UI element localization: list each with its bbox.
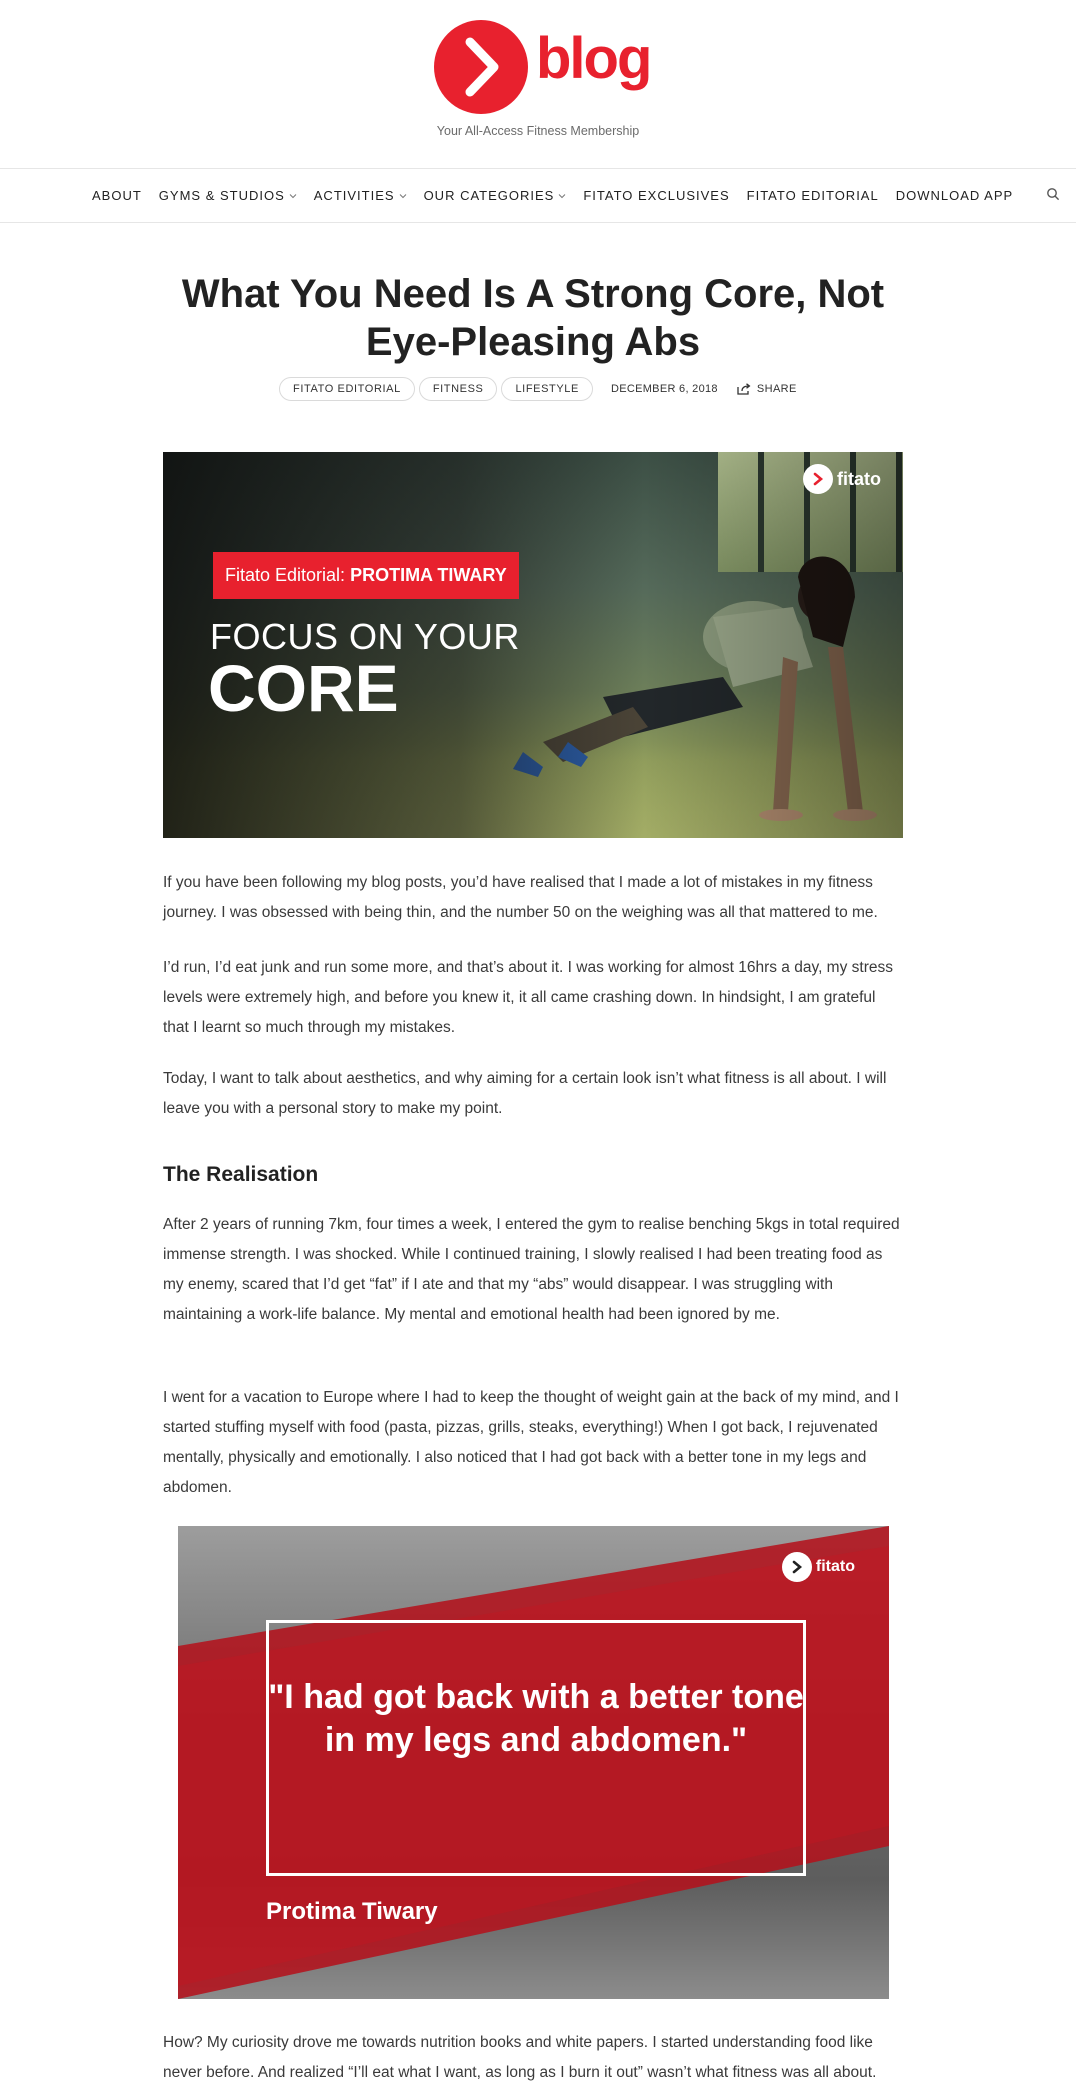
quote-brand-logo: fitato bbox=[781, 1552, 855, 1582]
quote-image: fitato "I had got back with a better ton… bbox=[178, 1526, 889, 1999]
blog-logo[interactable]: blog bbox=[434, 20, 674, 115]
tag-fitness[interactable]: FITNESS bbox=[418, 377, 498, 401]
hero-image: fitato Fitato Editorial: PROTIMA TIWARY … bbox=[163, 452, 903, 838]
fitato-arrow-icon bbox=[781, 1552, 812, 1582]
chevron-down-icon bbox=[289, 193, 297, 198]
chevron-down-icon bbox=[399, 193, 406, 198]
nav-item-about[interactable]: ABOUT bbox=[92, 188, 142, 203]
article-paragraph: I went for a vacation to Europe where I … bbox=[163, 1389, 899, 1496]
nav-item-gyms-studios[interactable]: GYMS & STUDIOS bbox=[159, 188, 297, 203]
share-icon bbox=[737, 383, 751, 395]
nav-item-label: FITATO EDITORIAL bbox=[746, 188, 879, 203]
nav-item-label: FITATO EXCLUSIVES bbox=[583, 188, 730, 203]
nav-item-label: ABOUT bbox=[92, 188, 142, 203]
article-date: DECEMBER 6, 2018 bbox=[610, 383, 718, 395]
logo-text: blog bbox=[536, 26, 652, 91]
share-label: SHARE bbox=[756, 383, 797, 395]
search-icon[interactable] bbox=[1046, 187, 1062, 203]
nav-list: ABOUT GYMS & STUDIOS ACTIVITIES OUR CATEGOR… bbox=[92, 169, 1030, 222]
hero-badge-prefix: Fitato Editorial: bbox=[225, 565, 346, 585]
site-header: blog Your All-Access Fitness Membership bbox=[0, 0, 1076, 168]
tag-fitato-editorial[interactable]: FITATO EDITORIAL bbox=[279, 377, 415, 401]
article-paragraph: If you have been following my blog posts… bbox=[163, 874, 878, 921]
section-heading: The Realisation bbox=[163, 1163, 319, 1186]
hero-brand-text: fitato bbox=[837, 468, 881, 489]
article-paragraph: How? My curiosity drove me towards nutri… bbox=[163, 2034, 877, 2081]
article-paragraph: Today, I want to talk about aesthetics, … bbox=[163, 1070, 887, 1117]
hero-author-badge: Fitato Editorial: PROTIMA TIWARY bbox=[213, 552, 519, 599]
hero-brand-logo: fitato bbox=[803, 464, 881, 494]
nav-item-label: OUR CATEGORIES bbox=[423, 188, 555, 203]
fitato-arrow-icon bbox=[803, 464, 833, 494]
nav-item-fitato-editorial[interactable]: FITATO EDITORIAL bbox=[747, 188, 879, 203]
tag-lifestyle[interactable]: LIFESTYLE bbox=[501, 377, 593, 401]
article-title: What You Need Is A Strong Core, Not Eye-… bbox=[181, 272, 885, 364]
nav-item-label: ACTIVITIES bbox=[313, 188, 395, 203]
nav-item-label: GYMS & STUDIOS bbox=[158, 188, 285, 203]
nav-item-our-categories[interactable]: OUR CATEGORIES bbox=[424, 188, 567, 203]
quote-author: Protima Tiwary bbox=[266, 1898, 438, 1925]
article-paragraph: After 2 years of running 7km, four times… bbox=[163, 1216, 900, 1323]
main-nav: ABOUT GYMS & STUDIOS ACTIVITIES OUR CATEGOR… bbox=[0, 168, 1076, 223]
nav-item-activities[interactable]: ACTIVITIES bbox=[314, 188, 407, 203]
nav-item-label: DOWNLOAD APP bbox=[895, 188, 1014, 203]
article-paragraph: I’d run, I’d eat junk and run some more,… bbox=[163, 959, 893, 1036]
hero-badge-name: PROTIMA TIWARY bbox=[350, 565, 507, 585]
quote-text: "I had got back with a better tone in my… bbox=[268, 1678, 804, 1759]
hero-headline-line2: CORE bbox=[208, 651, 399, 725]
site-tagline: Your All-Access Fitness Membership bbox=[436, 124, 640, 138]
share-button[interactable]: SHARE bbox=[737, 383, 797, 395]
chevron-down-icon bbox=[558, 193, 566, 198]
nav-item-download-app[interactable]: DOWNLOAD APP bbox=[896, 188, 1013, 203]
logo-arrow-icon bbox=[434, 20, 528, 114]
article-meta: FITATO EDITORIAL FITNESS LIFESTYLE DECEM… bbox=[279, 376, 797, 402]
nav-item-fitato-exclusives[interactable]: FITATO EXCLUSIVES bbox=[583, 188, 729, 203]
quote-brand-text: fitato bbox=[815, 1558, 855, 1575]
